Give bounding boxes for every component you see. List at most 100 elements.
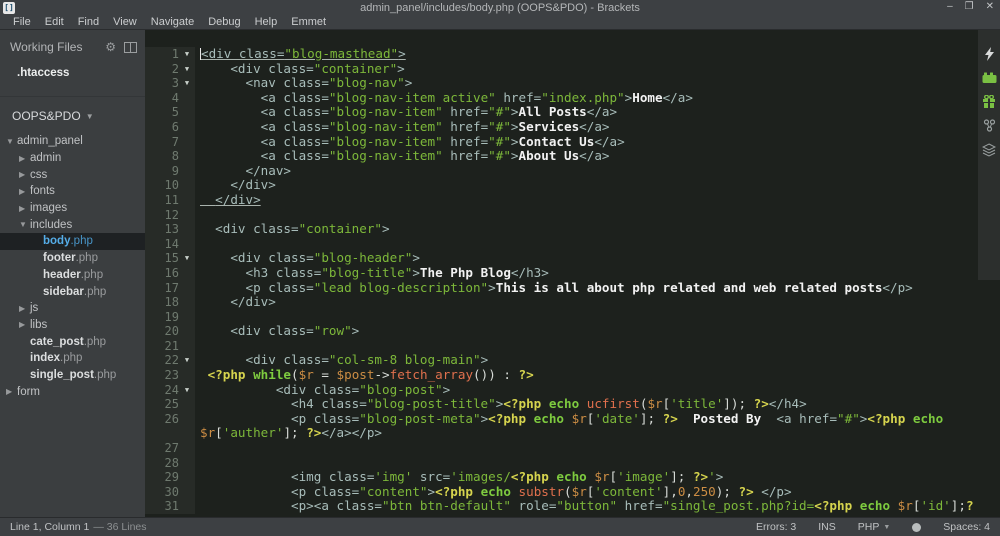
- fold-arrow-placeholder: [179, 441, 195, 456]
- menu-item-view[interactable]: View: [106, 15, 144, 30]
- line-number-gutter: 29: [145, 470, 195, 485]
- code-line-21: 21: [145, 338, 1000, 354]
- project-name: OOPS&PDO: [12, 109, 81, 123]
- working-files-title: Working Files: [10, 40, 83, 54]
- fold-arrow-icon[interactable]: ▼: [179, 62, 195, 77]
- chevron-collapsed-icon[interactable]: ▶: [19, 187, 25, 196]
- code-text: <?php while($r = $post->fetch_array()) :…: [200, 367, 534, 383]
- tree-item-label: css: [30, 168, 48, 181]
- tree-item-header-php[interactable]: header.php: [0, 267, 145, 284]
- code-text: <a class="blog-nav-item" href="#">About …: [200, 148, 610, 164]
- menu-item-help[interactable]: Help: [248, 15, 285, 30]
- menu-item-file[interactable]: File: [6, 15, 38, 30]
- close-button[interactable]: ✕: [986, 1, 994, 13]
- line-number-gutter: 17: [145, 280, 195, 296]
- tree-item-single_post-php[interactable]: single_post.php: [0, 367, 145, 384]
- minimize-button[interactable]: –: [947, 1, 953, 13]
- tree-item-sidebar-php[interactable]: sidebar.php: [0, 283, 145, 300]
- fold-arrow-icon[interactable]: ▼: [179, 76, 195, 91]
- chevron-collapsed-icon[interactable]: ▶: [19, 154, 25, 163]
- fold-arrow-icon[interactable]: ▼: [179, 383, 195, 398]
- chevron-collapsed-icon[interactable]: ▶: [19, 320, 25, 329]
- language-selector[interactable]: PHP ▼: [858, 521, 891, 533]
- tree-item-footer-php[interactable]: footer.php: [0, 250, 145, 267]
- errors-indicator[interactable]: Errors: 3: [756, 521, 796, 533]
- inspection-status-icon[interactable]: [912, 522, 922, 532]
- line-number-gutter: 1 ▼: [145, 47, 195, 62]
- fold-arrow-placeholder: [179, 281, 195, 296]
- menu-item-edit[interactable]: Edit: [38, 15, 71, 30]
- code-text: <div class="col-sm-8 blog-main">: [200, 352, 489, 368]
- brick-extension-icon[interactable]: [982, 70, 997, 85]
- gift-extension-icon[interactable]: [982, 94, 997, 109]
- chevron-expanded-icon[interactable]: ▼: [6, 137, 14, 146]
- menu-item-debug[interactable]: Debug: [201, 15, 247, 30]
- line-count: — 36 Lines: [93, 521, 147, 533]
- code-editor[interactable]: 1 ▼ <div class="blog-masthead"> 2 ▼ <div cla…: [145, 30, 1000, 517]
- tree-item-admin[interactable]: ▶ admin: [0, 150, 145, 167]
- tree-item-body-php[interactable]: body.php: [0, 233, 145, 250]
- line-number-gutter: 7: [145, 134, 195, 150]
- tree-item-form[interactable]: ▶ form: [0, 383, 145, 400]
- fold-arrow-icon[interactable]: ▼: [179, 47, 195, 62]
- code-text: <div class="container">: [200, 221, 390, 237]
- tree-item-label: includes: [30, 218, 73, 231]
- line-number-gutter: 28: [145, 455, 195, 471]
- tree-item-fonts[interactable]: ▶ fonts: [0, 183, 145, 200]
- chevron-collapsed-icon[interactable]: ▶: [19, 170, 25, 179]
- fold-arrow-placeholder: [179, 178, 195, 193]
- fold-arrow-placeholder: [179, 120, 195, 135]
- fold-arrow-placeholder: [179, 324, 195, 339]
- maximize-button[interactable]: ❐: [965, 1, 974, 13]
- tree-item-label: fonts: [30, 185, 55, 198]
- tree-item-admin_panel[interactable]: ▼ admin_panel: [0, 133, 145, 150]
- line-number-gutter: 16: [145, 265, 195, 281]
- chevron-collapsed-icon[interactable]: ▶: [19, 304, 25, 313]
- tree-item-images[interactable]: ▶ images: [0, 200, 145, 217]
- menu-item-find[interactable]: Find: [71, 15, 106, 30]
- working-file-htaccess[interactable]: .htaccess: [0, 64, 145, 82]
- layers-icon[interactable]: [982, 142, 997, 157]
- line-number-gutter: 18: [145, 295, 195, 310]
- menu-item-navigate[interactable]: Navigate: [144, 15, 201, 30]
- window-chrome: [] admin_panel/includes/body.php (OOPS&P…: [0, 0, 1000, 30]
- tree-item-cate_post-php[interactable]: cate_post.php: [0, 333, 145, 350]
- live-preview-lightning-icon[interactable]: [982, 46, 997, 61]
- fold-arrow-placeholder: [179, 310, 195, 325]
- chevron-collapsed-icon[interactable]: ▶: [19, 204, 25, 213]
- brackets-window: [] admin_panel/includes/body.php (OOPS&P…: [0, 0, 1000, 536]
- tree-item-index-php[interactable]: index.php: [0, 350, 145, 367]
- code-text: <img class='img' src='images/<?php echo …: [200, 469, 724, 485]
- tree-item-label: form: [17, 385, 40, 398]
- nodes-graph-icon[interactable]: [982, 118, 997, 133]
- code-text: <p><a class="btn btn-default" role="butt…: [200, 498, 974, 514]
- chevron-collapsed-icon[interactable]: ▶: [6, 387, 12, 396]
- gear-icon[interactable]: ⚙: [105, 41, 116, 53]
- chevron-expanded-icon[interactable]: ▼: [19, 220, 27, 229]
- code-line-5: 5 <a class="blog-nav-item" href="#">All …: [145, 105, 1000, 120]
- code-line-22: 22 ▼ <div class="col-sm-8 blog-main">: [145, 352, 1000, 369]
- cursor-position: Line 1, Column 1: [10, 521, 90, 533]
- fold-arrow-icon[interactable]: ▼: [179, 251, 195, 266]
- code-text: <div class="container">: [200, 60, 405, 76]
- indent-setting[interactable]: Spaces: 4: [943, 521, 990, 533]
- fold-arrow-placeholder: [179, 237, 195, 252]
- line-number-gutter: 6: [145, 119, 195, 135]
- code-line-27: 27: [145, 441, 1000, 456]
- title-bar: [] admin_panel/includes/body.php (OOPS&P…: [0, 0, 1000, 15]
- tree-item-libs[interactable]: ▶ libs: [0, 317, 145, 334]
- insert-mode-toggle[interactable]: INS: [818, 521, 836, 533]
- tree-item-includes[interactable]: ▼ includes: [0, 216, 145, 233]
- project-switcher[interactable]: OOPS&PDO ▼: [0, 97, 145, 129]
- code-line-4: 4 <a class="blog-nav-item active" href="…: [145, 90, 1000, 106]
- tree-item-label: header.php: [43, 268, 104, 281]
- code-line-12: 12: [145, 207, 1000, 223]
- tree-item-css[interactable]: ▶ css: [0, 166, 145, 183]
- code-text: </nav>: [200, 162, 292, 178]
- split-view-icon[interactable]: [124, 41, 137, 53]
- tree-item-js[interactable]: ▶ js: [0, 300, 145, 317]
- sidebar: Working Files ⚙ .htaccess OOPS&PDO ▼ ▼ ad…: [0, 30, 145, 517]
- code-line-2: 2 ▼ <div class="container">: [145, 60, 1000, 77]
- fold-arrow-icon[interactable]: ▼: [179, 353, 195, 368]
- menu-item-emmet[interactable]: Emmet: [284, 15, 333, 30]
